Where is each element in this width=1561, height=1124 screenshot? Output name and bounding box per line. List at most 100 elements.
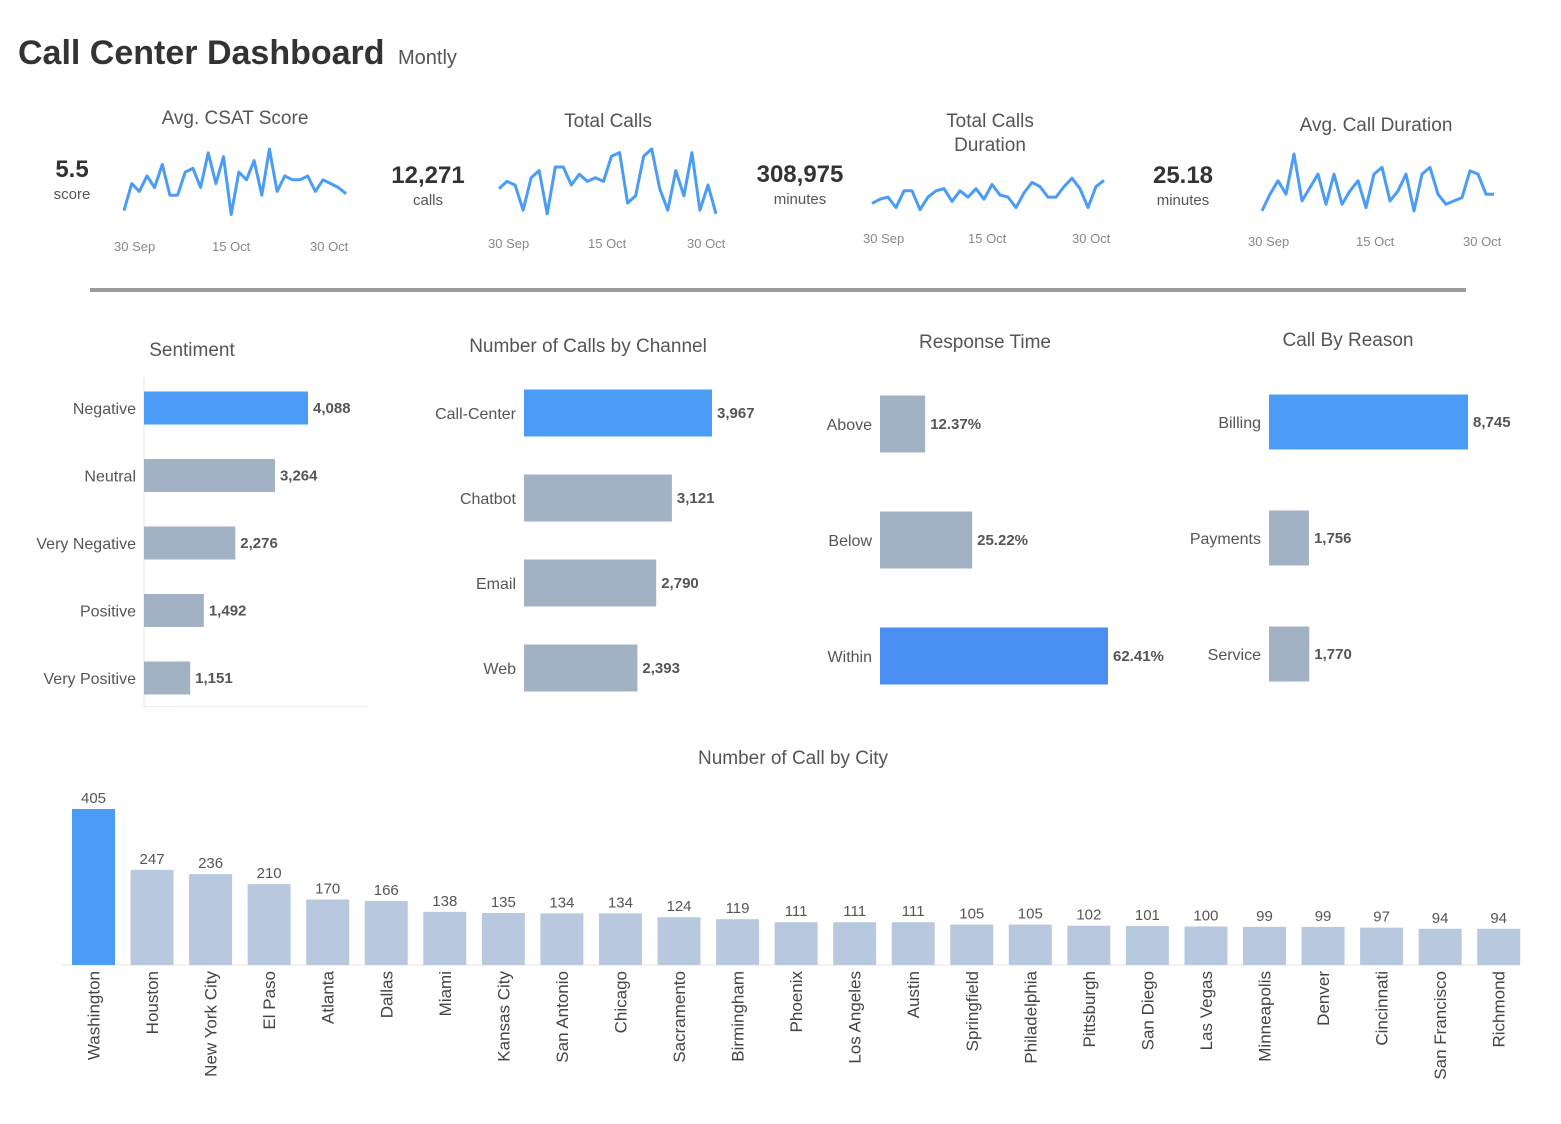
data-label: 2,790 (661, 575, 699, 592)
bar (1184, 926, 1228, 965)
bar (1269, 626, 1310, 682)
sparkline-series (1260, 152, 1494, 213)
data-label: 138 (432, 893, 457, 910)
data-label: 12.37% (930, 416, 981, 433)
bar (144, 594, 204, 627)
spark-tick: 30 Oct (1072, 231, 1111, 246)
data-label: 119 (726, 900, 750, 917)
data-label: 170 (315, 881, 340, 898)
category-label: Very Positive (44, 671, 137, 688)
category-label: Minneapolis (1256, 971, 1275, 1062)
data-label: 99 (1315, 908, 1332, 925)
data-label: 8,745 (1473, 414, 1511, 431)
kpi-unit: score (53, 186, 91, 203)
data-label: 111 (785, 903, 808, 920)
response-chart: Above 12.37% Below 25.22% Within 62.41% (827, 395, 1164, 685)
kpi-value: 5.5 (55, 156, 89, 183)
bar (1269, 394, 1468, 450)
bar (598, 913, 642, 965)
category-label: San Diego (1138, 971, 1157, 1050)
category-label: Cincinnati (1373, 971, 1392, 1046)
data-label: 247 (140, 851, 165, 868)
category-label: Service (1208, 647, 1261, 664)
spark-tick: 15 Oct (588, 236, 627, 251)
kpi-sparkline (122, 147, 347, 216)
data-label: 111 (843, 903, 866, 920)
data-label: 236 (198, 855, 223, 872)
category-label: El Paso (260, 971, 279, 1030)
category-label: Los Angeles (846, 971, 865, 1064)
category-label: Positive (80, 604, 136, 621)
bar (716, 919, 760, 965)
kpi-sparkline (871, 176, 1105, 212)
category-label: Negative (73, 401, 136, 418)
category-label: Email (476, 576, 516, 593)
category-label: Miami (436, 971, 455, 1016)
bar (189, 874, 233, 965)
kpi-title: Avg. Call Duration (1299, 115, 1453, 136)
bar (891, 922, 935, 965)
category-label: Chicago (611, 971, 630, 1033)
bar (774, 922, 818, 965)
bar (130, 869, 174, 965)
kpi-unit: calls (412, 192, 443, 209)
kpi-sparkline (1260, 152, 1494, 213)
bar (1243, 926, 1286, 965)
category-label: Birmingham (729, 971, 748, 1062)
category-label: Houston (143, 971, 162, 1034)
category-label: Call-Center (435, 406, 517, 423)
data-label: 101 (1135, 907, 1160, 924)
data-label: 2,276 (240, 535, 278, 552)
data-label: 97 (1373, 909, 1390, 926)
category-label: Philadelphia (1021, 970, 1040, 1063)
bar (481, 913, 525, 965)
kpi-sparkline (497, 147, 718, 216)
chart-title-response: Response Time (918, 332, 1051, 353)
category-label: Billing (1218, 415, 1261, 432)
kpi-value: 25.18 (1152, 162, 1214, 189)
category-label: Austin (904, 971, 923, 1018)
chart-title-channel: Number of Calls by Channel (469, 336, 707, 357)
spark-tick: 30 Oct (310, 239, 349, 254)
data-label: 134 (549, 894, 574, 911)
data-label: 1,492 (209, 603, 247, 620)
spark-tick: 30 Sep (863, 231, 905, 246)
spark-tick: 30 Sep (488, 236, 530, 251)
data-label: 102 (1076, 907, 1101, 924)
spark-tick: 30 Sep (114, 239, 156, 254)
data-label: 105 (959, 906, 984, 923)
data-label: 25.22% (977, 532, 1028, 549)
data-label: 94 (1490, 910, 1507, 927)
data-label: 105 (1018, 906, 1043, 923)
kpi-title: Total Calls (564, 111, 652, 132)
bar (833, 922, 877, 965)
bar (1008, 924, 1052, 965)
bar (524, 389, 712, 437)
bar (144, 661, 191, 695)
kpi-value: 12,271 (391, 162, 465, 189)
category-label: Neutral (84, 469, 136, 486)
data-label: 4,088 (313, 400, 351, 417)
data-label: 99 (1256, 908, 1273, 925)
category-label: Web (483, 661, 516, 678)
page-title-text: Call Center Dashboard (18, 34, 385, 72)
kpi-title: Avg. CSAT Score (161, 108, 309, 129)
data-label: 3,264 (280, 468, 318, 485)
data-label: 1,770 (1314, 646, 1352, 663)
data-label: 124 (666, 898, 691, 915)
data-label: 1,756 (1314, 530, 1352, 547)
bar (364, 901, 408, 965)
category-label: Pittsburgh (1080, 971, 1099, 1048)
kpi-unit: minutes (773, 191, 827, 208)
category-label: Washington (85, 971, 104, 1060)
chart-title-city: Number of Call by City (697, 748, 889, 769)
bar (144, 459, 275, 492)
category-label: Below (828, 533, 872, 550)
category-label: San Francisco (1431, 971, 1450, 1080)
bar (144, 526, 236, 560)
data-label: 1,151 (195, 670, 233, 687)
data-label: 2,393 (642, 660, 680, 677)
data-label: 100 (1193, 907, 1218, 924)
reason-chart: Billing 8,745 Payments 1,756 Service 1,770 (1190, 394, 1511, 682)
chart-title-reason: Call By Reason (1282, 330, 1414, 351)
